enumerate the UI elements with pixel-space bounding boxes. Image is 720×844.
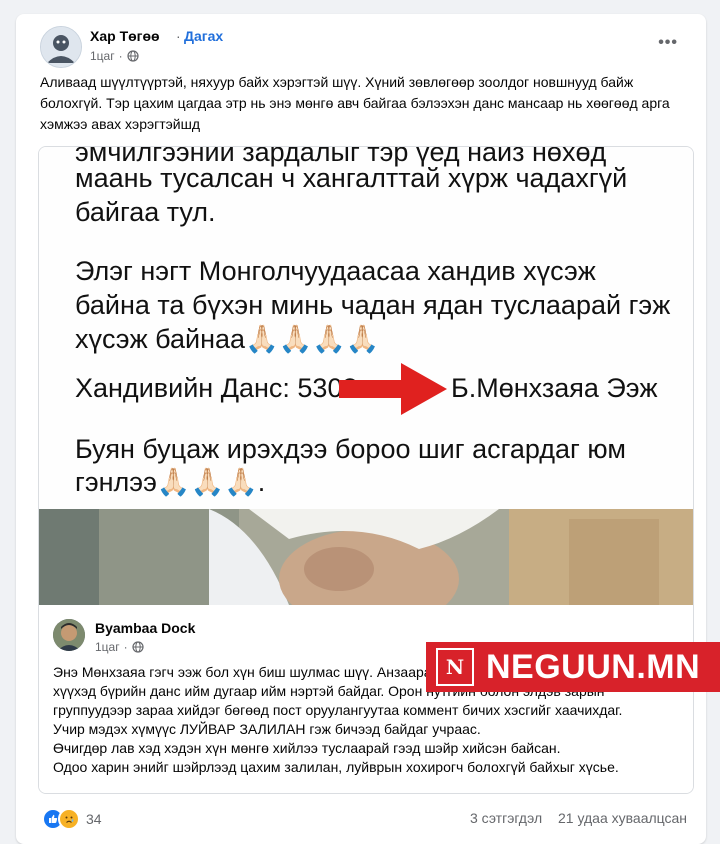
reactions-summary[interactable]: 34 <box>42 808 102 830</box>
image-text-line: гэнлээ🙏🏻🙏🏻🙏🏻. <box>75 467 266 497</box>
image-text-line: Буян буцаж ирэхдээ бороо шиг асгардаг юм <box>75 434 626 464</box>
account-holder-name: Б.Мөнхзаяа Ээж <box>451 373 658 403</box>
red-arrow-icon <box>339 363 447 415</box>
separator-dot: · <box>118 49 123 63</box>
shared-post-meta: 1цаг · <box>95 640 144 654</box>
post-time[interactable]: 1цаг <box>90 49 115 63</box>
shared-author-avatar[interactable] <box>53 619 85 651</box>
post-meta: 1цаг · <box>90 49 139 63</box>
watermark-logo: N <box>436 648 474 686</box>
follow-button[interactable]: Дагах <box>184 28 223 44</box>
author-avatar[interactable] <box>40 26 82 68</box>
comments-count[interactable]: 3 сэтгэгдэл <box>470 810 542 826</box>
separator-dot: · <box>123 640 128 654</box>
facebook-post: Хар Төгөө · Дагах 1цаг · ••• Аливаад шүү… <box>16 14 706 844</box>
photo-illustration <box>39 509 693 605</box>
post-caption: Аливаад шүүлтүүртэй, няхуур байх хэрэгтэ… <box>40 74 670 132</box>
author-name[interactable]: Хар Төгөө <box>90 28 160 44</box>
site-watermark: N NEGUUN.MN <box>426 642 720 692</box>
shared-paragraph: Учир мэдэх хүмүүс ЛУЙВАР ЗАЛИЛАН гэж бич… <box>53 721 481 737</box>
shared-paragraph: Өчигдөр лав хэд хэдэн хүн мөнгө хийлээ т… <box>53 740 561 756</box>
separator-dot: · <box>176 28 181 44</box>
image-text-line: хүсэж байнаа🙏🏻🙏🏻🙏🏻🙏🏻 <box>75 324 380 354</box>
shared-photo[interactable] <box>39 509 693 605</box>
avatar-image <box>53 619 85 651</box>
watermark-text: NEGUUN.MN <box>486 647 701 686</box>
sad-icon <box>58 808 80 830</box>
image-text-line: маань тусалсан ч хангалттай хүрж чадахгү… <box>75 163 628 193</box>
globe-icon <box>127 50 139 62</box>
reaction-count: 34 <box>86 811 102 827</box>
avatar-image <box>41 27 81 67</box>
image-text-line: байгаа тул. <box>75 197 216 227</box>
shared-post-card[interactable]: эмчилгээний зардалыг тэр үед найз нөхөд … <box>38 146 694 794</box>
shared-author-name[interactable]: Byambaa Dock <box>95 620 195 636</box>
shared-post-info: Byambaa Dock 1цаг · Энэ Мөнхзаяа гэгч ээ… <box>39 607 693 793</box>
post-footer: 34 3 сэтгэгдэл 21 удаа хуваалцсан <box>16 802 706 834</box>
globe-icon <box>132 641 144 653</box>
image-text-line: байна та бүхэн минь чадан ядан туслаарай… <box>75 290 671 320</box>
shared-post-time[interactable]: 1цаг <box>95 640 120 654</box>
shared-paragraph: Одоо харин энийг шэйрлээд цахим залилан,… <box>53 759 619 775</box>
account-number-line: Хандивийн Данс: 5308 <box>75 373 358 403</box>
more-horizontal-icon[interactable]: ••• <box>658 34 678 52</box>
image-text-line: Элэг нэгт Монголчуудаасаа хандив хүсэж <box>75 256 596 286</box>
shares-count[interactable]: 21 удаа хуваалцсан <box>558 810 687 826</box>
shared-image-text-screenshot[interactable]: эмчилгээний зардалыг тэр үед найз нөхөд … <box>39 147 693 510</box>
